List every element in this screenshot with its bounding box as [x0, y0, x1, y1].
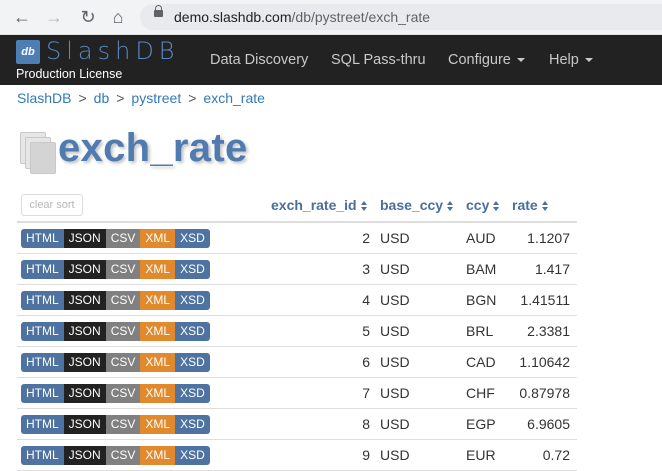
breadcrumb-separator: > — [188, 90, 197, 106]
column-header-rate[interactable]: rate — [512, 190, 549, 221]
nav-configure-label: Configure — [448, 52, 511, 68]
app-navbar: db SlashDB Production License Data Disco… — [0, 35, 662, 85]
column-header-label: ccy — [466, 197, 490, 213]
browser-toolbar: ← → ↻ ⌂ demo.slashdb.com/db/pystreet/exc… — [0, 0, 662, 35]
sort-icon — [493, 201, 500, 211]
table-row: HTML JSON CSV XML XSD 8 USD EGP 6.9605 — [17, 409, 577, 440]
sort-icon — [447, 201, 454, 211]
forward-arrow-icon[interactable]: → — [44, 7, 64, 27]
table-body: HTML JSON CSV XML XSD 2 USD AUD 1.1207 H… — [17, 223, 577, 471]
sort-icon — [541, 201, 549, 211]
data-table: exch_rate_id base_ccy ccy rate HTML JSON… — [17, 190, 577, 471]
breadcrumb-exch-rate[interactable]: exch_rate — [203, 90, 264, 106]
column-header-exch-rate-id[interactable]: exch_rate_id — [271, 190, 368, 221]
table-row: HTML JSON CSV XML XSD 6 USD CAD 1.10642 — [17, 347, 577, 378]
column-header-label: rate — [512, 197, 538, 213]
rate-cell: 1.10642 — [519, 354, 570, 370]
nav-help-label: Help — [549, 52, 579, 68]
home-icon[interactable]: ⌂ — [108, 7, 128, 27]
lock-icon[interactable] — [154, 5, 163, 17]
nav-help-dropdown[interactable]: Help — [549, 35, 593, 85]
table-row: HTML JSON CSV XML XSD 9 USD EUR 0.72 — [17, 440, 577, 471]
table-row: HTML JSON CSV XML XSD 4 USD BGN 1.41511 — [17, 285, 577, 316]
address-bar[interactable]: demo.slashdb.com/db/pystreet/exch_rate — [140, 4, 662, 30]
rate-cell: 6.9605 — [527, 416, 570, 432]
slashdb-logo-icon[interactable]: db — [16, 40, 40, 64]
rate-cell: 2.3381 — [527, 323, 570, 339]
url-path: /db/pystreet/exch_rate — [291, 9, 431, 25]
table-row: HTML JSON CSV XML XSD 2 USD AUD 1.1207 — [17, 223, 577, 254]
breadcrumb-db[interactable]: db — [94, 90, 110, 106]
chevron-down-icon — [516, 58, 525, 63]
breadcrumb-separator: > — [116, 90, 125, 106]
nav-data-discovery-label: Data Discovery — [210, 52, 309, 68]
rate-cell: 1.1207 — [527, 230, 570, 246]
column-header-label: exch_rate_id — [271, 197, 357, 213]
reload-icon[interactable]: ↻ — [78, 7, 98, 27]
sort-icon — [360, 201, 368, 211]
breadcrumb-pystreet[interactable]: pystreet — [131, 90, 181, 106]
url-host: demo.slashdb.com — [174, 9, 292, 25]
column-header-base-ccy[interactable]: base_ccy — [380, 190, 454, 221]
nav-configure-dropdown[interactable]: Configure — [448, 35, 525, 85]
brand-name[interactable]: SlashDB — [46, 37, 180, 65]
documents-icon — [20, 132, 56, 174]
column-header-label: base_ccy — [380, 197, 444, 213]
column-header-ccy[interactable]: ccy — [466, 190, 500, 221]
page-title: exch_rate — [58, 126, 248, 170]
breadcrumb: SlashDB > db > pystreet > exch_rate — [17, 88, 265, 108]
table-row: HTML JSON CSV XML XSD 7 USD CHF 0.87978 — [17, 378, 577, 409]
rate-cell: 0.87978 — [519, 385, 570, 401]
nav-data-discovery[interactable]: Data Discovery — [210, 35, 308, 85]
table-header: exch_rate_id base_ccy ccy rate — [17, 190, 577, 223]
clear-sort-button[interactable]: clear sort — [21, 194, 83, 216]
breadcrumb-slashdb[interactable]: SlashDB — [17, 90, 71, 106]
url-text[interactable]: demo.slashdb.com/db/pystreet/exch_rate — [174, 4, 430, 30]
table-row: HTML JSON CSV XML XSD 5 USD BRL 2.3381 — [17, 316, 577, 347]
chevron-down-icon — [584, 58, 593, 63]
license-label: Production License — [16, 67, 123, 81]
rate-cell: 1.41511 — [520, 292, 570, 308]
nav-sql-pass-thru-label: SQL Pass-thru — [331, 52, 426, 68]
rate-cell: 1.417 — [534, 261, 570, 277]
table-row: HTML JSON CSV XML XSD 3 USD BAM 1.417 — [17, 254, 577, 285]
back-arrow-icon[interactable]: ← — [12, 7, 32, 27]
rate-cell: 0.72 — [542, 447, 570, 463]
nav-sql-pass-thru[interactable]: SQL Pass-thru — [331, 35, 426, 85]
breadcrumb-separator: > — [78, 90, 87, 106]
